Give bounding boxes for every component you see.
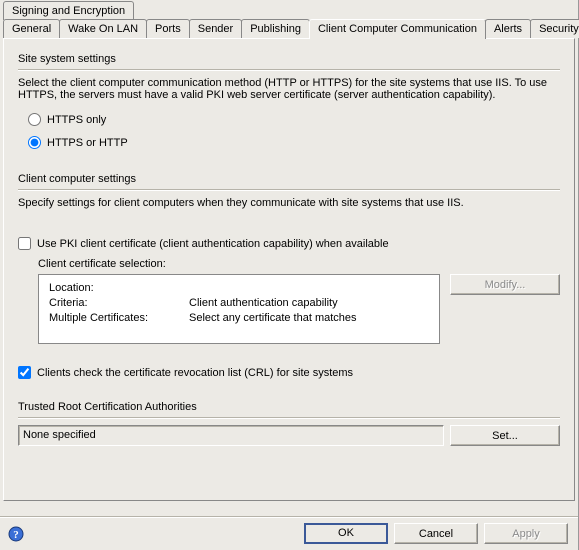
tab-publishing[interactable]: Publishing bbox=[241, 19, 310, 38]
tab-client-computer-communication[interactable]: Client Computer Communication bbox=[309, 19, 486, 39]
set-button[interactable]: Set... bbox=[450, 425, 560, 446]
divider bbox=[18, 417, 560, 419]
client-computer-settings-desc: Specify settings for client computers wh… bbox=[18, 197, 560, 209]
divider bbox=[18, 189, 560, 191]
site-system-settings-desc: Select the client computer communication… bbox=[18, 77, 560, 101]
tab-strip: Signing and Encryption General Wake On L… bbox=[0, 0, 578, 38]
tab-signing-and-encryption[interactable]: Signing and Encryption bbox=[3, 1, 134, 20]
svg-text:?: ? bbox=[13, 529, 19, 541]
radio-https-only-input[interactable] bbox=[28, 113, 41, 126]
site-system-settings-title: Site system settings bbox=[18, 53, 560, 65]
tab-sender[interactable]: Sender bbox=[189, 19, 242, 38]
cert-criteria-value: Client authentication capability bbox=[189, 296, 338, 311]
tab-ports[interactable]: Ports bbox=[146, 19, 190, 38]
trusted-root-title: Trusted Root Certification Authorities bbox=[18, 401, 560, 413]
crl-checkbox-input[interactable] bbox=[18, 366, 31, 379]
apply-button[interactable]: Apply bbox=[484, 523, 568, 544]
tab-general[interactable]: General bbox=[3, 19, 60, 38]
crl-checkbox[interactable]: Clients check the certificate revocation… bbox=[18, 366, 560, 379]
radio-https-or-http-input[interactable] bbox=[28, 136, 41, 149]
tab-wake-on-lan[interactable]: Wake On LAN bbox=[59, 19, 147, 38]
client-cert-selection-box: Location: Criteria: Client authenticatio… bbox=[38, 274, 440, 344]
divider bbox=[18, 69, 560, 71]
ok-button[interactable]: OK bbox=[304, 523, 388, 544]
cert-multiple-key: Multiple Certificates: bbox=[49, 311, 189, 326]
tab-alerts[interactable]: Alerts bbox=[485, 19, 531, 38]
trusted-root-value: None specified bbox=[18, 425, 444, 446]
tab-panel: Site system settings Select the client c… bbox=[3, 38, 575, 501]
crl-checkbox-label: Clients check the certificate revocation… bbox=[37, 367, 353, 379]
cancel-button[interactable]: Cancel bbox=[394, 523, 478, 544]
cert-criteria-key: Criteria: bbox=[49, 296, 189, 311]
help-icon[interactable]: ? bbox=[8, 526, 24, 542]
dialog-footer: ? OK Cancel Apply bbox=[0, 516, 578, 550]
tab-security[interactable]: Security bbox=[530, 19, 579, 38]
radio-https-only[interactable]: HTTPS only bbox=[28, 113, 560, 126]
communication-method-radios: HTTPS only HTTPS or HTTP bbox=[28, 113, 560, 149]
use-pki-checkbox-label: Use PKI client certificate (client authe… bbox=[37, 238, 389, 250]
modify-button[interactable]: Modify... bbox=[450, 274, 560, 295]
client-computer-settings-title: Client computer settings bbox=[18, 173, 560, 185]
radio-https-only-label: HTTPS only bbox=[47, 114, 106, 126]
radio-https-or-http[interactable]: HTTPS or HTTP bbox=[28, 136, 560, 149]
cert-location-key: Location: bbox=[49, 281, 189, 296]
client-cert-selection-group: Client certificate selection: Location: … bbox=[38, 258, 560, 344]
use-pki-checkbox-input[interactable] bbox=[18, 237, 31, 250]
cert-multiple-value: Select any certificate that matches bbox=[189, 311, 357, 326]
radio-https-or-http-label: HTTPS or HTTP bbox=[47, 137, 128, 149]
use-pki-checkbox[interactable]: Use PKI client certificate (client authe… bbox=[18, 237, 560, 250]
client-cert-selection-title: Client certificate selection: bbox=[38, 258, 560, 270]
